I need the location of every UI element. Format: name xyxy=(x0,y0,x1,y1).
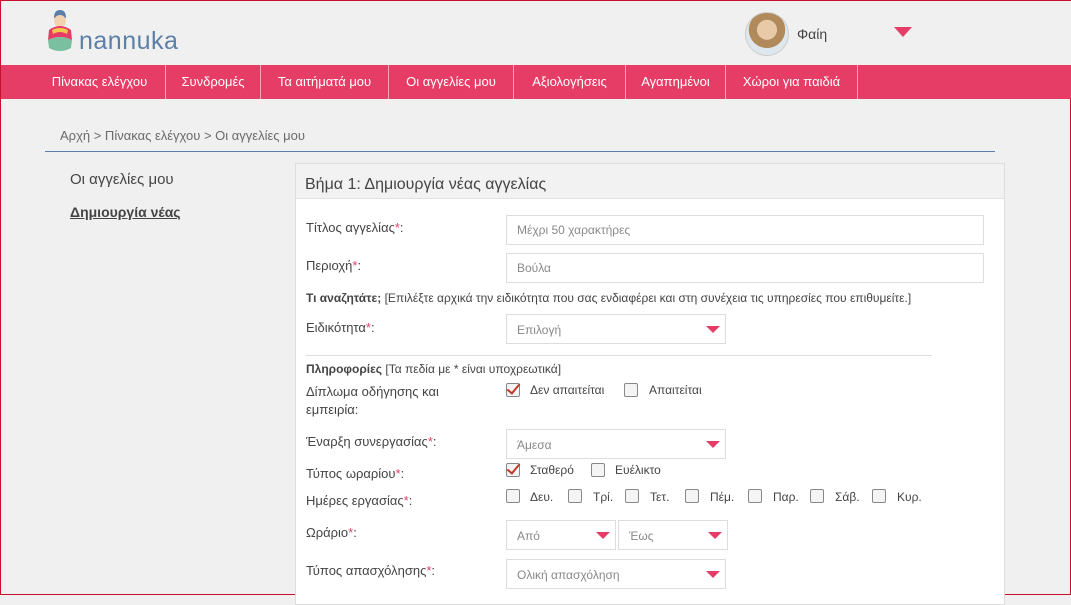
avatar[interactable] xyxy=(745,12,789,56)
panel-title: Βήμα 1: Δημιουργία νέας αγγελίας xyxy=(305,176,547,193)
day-checkbox-fri[interactable] xyxy=(748,489,762,503)
day-label: Τετ. xyxy=(650,490,670,504)
title-input[interactable] xyxy=(506,215,984,245)
specialty-select[interactable]: Επιλογή xyxy=(506,314,726,344)
schedule-fixed-checkbox[interactable] xyxy=(506,463,520,477)
specialty-label: Ειδικότητα*: xyxy=(306,320,375,335)
nav-item-dashboard[interactable]: Πίνακας ελέγχου xyxy=(34,65,166,99)
days-label: Ημέρες εργασίας*: xyxy=(306,493,413,508)
nav-item-reviews[interactable]: Αξιολογήσεις xyxy=(514,65,626,99)
chevron-down-icon xyxy=(708,532,722,539)
employment-select[interactable]: Ολική απασχόληση xyxy=(506,559,726,589)
schedule-flexible-checkbox[interactable] xyxy=(591,463,605,477)
day-label: Παρ. xyxy=(773,490,799,504)
license-required-checkbox[interactable] xyxy=(624,383,638,397)
day-label: Πέμ. xyxy=(710,490,735,504)
chevron-down-icon xyxy=(706,326,720,333)
seeking-heading: Τι αναζητάτε; [Επιλέξτε αρχικά την ειδικ… xyxy=(306,291,912,305)
divider xyxy=(306,355,932,356)
day-label: Δευ. xyxy=(530,490,554,504)
chevron-down-icon xyxy=(706,571,720,578)
schedule-fixed-label: Σταθερό xyxy=(530,463,574,477)
nav-item-kids-spaces[interactable]: Χώροι για παιδιά xyxy=(726,65,858,99)
schedule-flexible-label: Ευέλικτο xyxy=(615,463,661,477)
start-select[interactable]: Άμεσα xyxy=(506,429,726,459)
side-link-my-ads[interactable]: Οι αγγελίες μου xyxy=(70,171,174,188)
hours-from-select[interactable]: Από xyxy=(506,520,616,550)
day-checkbox-sat[interactable] xyxy=(810,489,824,503)
schedule-type-label: Τύπος ωραρίου*: xyxy=(306,466,405,481)
license-not-required-checkbox[interactable] xyxy=(506,383,520,397)
day-checkbox-mon[interactable] xyxy=(506,489,520,503)
license-label: Δίπλωμα οδήγησης και εμπειρία: xyxy=(306,384,439,417)
license-not-required-label: Δεν απαιτείται xyxy=(530,383,605,397)
employment-label: Τύπος απασχόλησης*: xyxy=(306,563,436,578)
day-checkbox-tue[interactable] xyxy=(568,489,582,503)
info-heading: Πληροφορίες [Τα πεδία με * είναι υποχρεω… xyxy=(306,362,562,376)
nav-item-my-ads[interactable]: Οι αγγελίες μου xyxy=(389,65,514,99)
day-label: Σάβ. xyxy=(835,490,860,504)
nav-item-requests[interactable]: Τα αιτήματά μου xyxy=(261,65,389,99)
area-input[interactable] xyxy=(506,253,984,283)
day-checkbox-thu[interactable] xyxy=(685,489,699,503)
hours-label: Ωράριο*: xyxy=(306,525,357,540)
chevron-down-icon xyxy=(706,441,720,448)
license-required-label: Απαιτείται xyxy=(649,383,702,397)
main-nav: Πίνακας ελέγχου Συνδρομές Τα αιτήματά μο… xyxy=(1,65,1071,99)
day-checkbox-sun[interactable] xyxy=(872,489,886,503)
day-label: Τρί. xyxy=(593,490,614,504)
logo-text[interactable]: nannuka xyxy=(79,27,178,56)
side-link-create-new[interactable]: Δημιουργία νέας xyxy=(70,204,181,220)
day-checkbox-wed[interactable] xyxy=(625,489,639,503)
hours-to-select[interactable]: Έως xyxy=(618,520,728,550)
chevron-down-icon xyxy=(596,532,610,539)
chevron-down-icon[interactable] xyxy=(894,27,912,37)
nav-item-favorites[interactable]: Αγαπημένοι xyxy=(626,65,726,99)
breadcrumb[interactable]: Αρχή > Πίνακας ελέγχου > Οι αγγελίες μου xyxy=(60,128,305,143)
day-label: Κυρ. xyxy=(897,490,922,504)
nav-item-subscriptions[interactable]: Συνδρομές xyxy=(166,65,261,99)
divider xyxy=(45,151,995,152)
start-label: Έναρξη συνεργασίας*: xyxy=(306,434,437,449)
logo-icon[interactable] xyxy=(45,8,75,52)
area-label: Περιοχή*: xyxy=(306,258,362,273)
user-name[interactable]: Φαίη xyxy=(797,26,827,42)
title-label: Τίτλος αγγελίας*: xyxy=(306,220,404,235)
